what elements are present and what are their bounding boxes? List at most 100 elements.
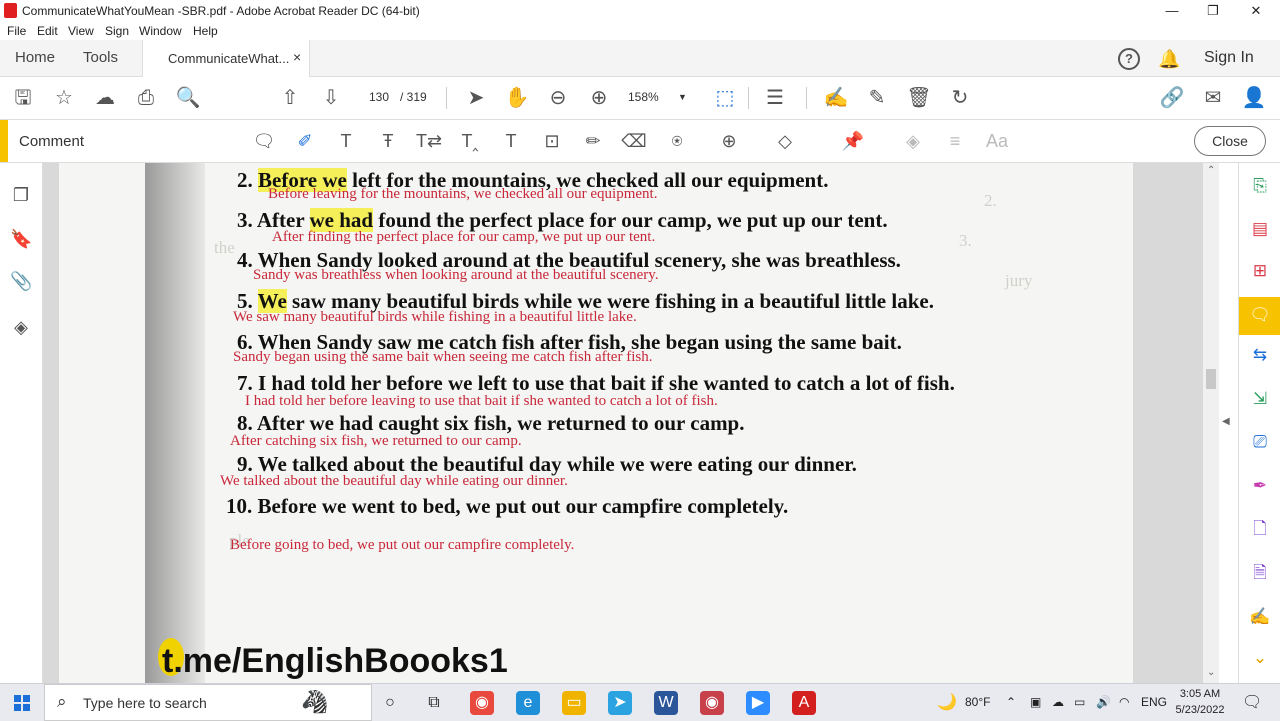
shapes-icon[interactable]: ◇ — [772, 129, 798, 153]
telegram-icon[interactable]: ➤ — [608, 691, 632, 715]
insert-text-icon[interactable]: T‸ — [457, 129, 483, 153]
page-thumbnails-icon[interactable]: ❐ — [10, 184, 32, 206]
tab-home[interactable]: Home — [15, 40, 55, 76]
replace-text-icon[interactable]: T⇄ — [416, 129, 442, 153]
scrollbar-thumb[interactable] — [1206, 369, 1216, 389]
task-view-icon[interactable]: ⧉ — [422, 691, 446, 715]
help-icon[interactable]: ? — [1118, 48, 1140, 70]
next-page-icon[interactable]: ⇩ — [318, 85, 344, 111]
chrome-profile-icon[interactable]: ◉ — [700, 691, 724, 715]
collapse-right-pane-icon[interactable]: ◀ — [1222, 416, 1230, 427]
battery-icon[interactable]: ▭ — [1074, 695, 1085, 709]
prepare-form-icon[interactable]: 🗎 — [1249, 562, 1271, 584]
close-comment-button[interactable]: Close — [1194, 126, 1266, 156]
taskbar-search-box[interactable]: ⌕ Type here to search 🦓 — [44, 684, 372, 721]
menu-window[interactable]: Window — [139, 24, 182, 38]
windows-start-icon[interactable] — [14, 695, 30, 711]
file-explorer-icon[interactable]: ▭ — [562, 691, 586, 715]
save-icon[interactable]: 🖫 — [10, 85, 36, 111]
menu-edit[interactable]: Edit — [37, 24, 58, 38]
share-link-icon[interactable]: 🔗 — [1159, 85, 1185, 111]
volume-icon[interactable]: 🔊 — [1096, 695, 1111, 709]
fill-sign-icon[interactable]: ✍ — [823, 85, 849, 111]
strikethrough-text-icon[interactable]: Ŧ — [375, 129, 401, 153]
attach-file-icon[interactable]: ⊕ — [716, 129, 742, 153]
fill-and-sign-icon[interactable]: ✒ — [1249, 475, 1271, 497]
previous-page-icon[interactable]: ⇧ — [277, 85, 303, 111]
menu-file[interactable]: File — [7, 24, 26, 38]
zoom-level-dropdown[interactable]: 158% ▼ — [628, 87, 692, 107]
more-tools-icon[interactable]: ⌄ — [1249, 647, 1271, 669]
weather-temperature[interactable]: 80°F — [965, 695, 990, 709]
show-hidden-icons-icon[interactable]: ⌃ — [1006, 695, 1016, 709]
toolbar-divider — [806, 87, 807, 109]
sign-in-link[interactable]: Sign In — [1204, 49, 1254, 67]
page-number-input[interactable]: 130 — [366, 87, 392, 107]
pencil-draw-icon[interactable]: ✏ — [580, 129, 606, 153]
highlight-text-icon[interactable]: ✐ — [292, 129, 318, 153]
page-layout-icon[interactable]: ⬚ — [712, 85, 738, 111]
close-tab-icon[interactable]: × — [293, 49, 301, 65]
weather-moon-icon[interactable]: 🌙 — [937, 692, 957, 712]
word-icon[interactable]: W — [654, 691, 678, 715]
minimize-button[interactable]: — — [1152, 0, 1192, 22]
export-pdf-icon[interactable]: ⎘ — [1249, 175, 1271, 197]
tab-tools[interactable]: Tools — [83, 40, 118, 76]
toolbar-divider — [748, 87, 749, 109]
zoom-in-icon[interactable]: ⊕ — [586, 85, 612, 111]
scroll-mode-icon[interactable]: ☰ — [762, 85, 788, 111]
scroll-up-arrow-icon[interactable]: ⌃ — [1207, 165, 1215, 176]
close-window-button[interactable]: ✕ — [1236, 0, 1276, 22]
email-icon[interactable]: ✉ — [1200, 85, 1226, 111]
hand-tool-icon[interactable]: ✋ — [504, 85, 530, 111]
scroll-down-arrow-icon[interactable]: ⌄ — [1207, 667, 1215, 678]
notification-bell-icon[interactable]: 🔔 — [1158, 49, 1180, 70]
menu-help[interactable]: Help — [193, 24, 218, 38]
menu-sign[interactable]: Sign — [105, 24, 129, 38]
compress-pdf-icon[interactable]: ⇲ — [1249, 388, 1271, 410]
organize-pages-icon[interactable]: ⇆ — [1249, 344, 1271, 366]
onedrive-icon[interactable]: ☁ — [1052, 695, 1064, 709]
document-view[interactable]: 2. 3. the jury ple 2. Before we left for… — [43, 163, 1203, 683]
search-icon[interactable]: 🔍 — [175, 85, 201, 111]
bookmark-star-icon[interactable]: ☆ — [51, 85, 77, 111]
protect-icon[interactable]: 🗋 — [1249, 518, 1271, 540]
tab-document[interactable]: CommunicateWhat... × — [142, 40, 310, 77]
request-signature-icon[interactable]: ✍ — [1249, 606, 1271, 628]
bookmarks-icon[interactable]: 🔖 — [10, 228, 32, 250]
notifications-icon[interactable]: 🗨 — [1242, 692, 1262, 712]
edit-pdf-icon[interactable]: ✎ — [864, 85, 890, 111]
taskbar-clock[interactable]: 3:05 AM 5/23/2022 — [1172, 686, 1228, 718]
print-icon[interactable]: ⎙ — [133, 85, 159, 111]
maximize-button[interactable]: ❐ — [1193, 0, 1233, 22]
attachments-icon[interactable]: 📎 — [10, 270, 32, 292]
language-indicator[interactable]: ENG — [1141, 695, 1167, 709]
underline-text-icon[interactable]: T — [333, 129, 359, 153]
sticky-note-icon[interactable]: 🗨 — [251, 129, 277, 153]
select-cursor-icon[interactable]: ➤ — [463, 85, 489, 111]
create-pdf-icon[interactable]: ▤ — [1249, 218, 1271, 240]
text-box-icon[interactable]: ⊡ — [539, 129, 565, 153]
menu-view[interactable]: View — [68, 24, 94, 38]
share-people-icon[interactable]: 👤 — [1241, 85, 1267, 111]
network-icon[interactable]: ◠ — [1119, 695, 1129, 709]
cortana-icon[interactable]: ○ — [378, 691, 402, 715]
acrobat-taskbar-icon[interactable]: A — [792, 691, 816, 715]
add-text-icon[interactable]: T — [498, 129, 524, 153]
upload-cloud-icon[interactable]: ☁ — [92, 85, 118, 111]
rotate-icon[interactable]: ↻ — [947, 85, 973, 111]
zoom-out-icon[interactable]: ⊖ — [545, 85, 571, 111]
edge-icon[interactable]: e — [516, 691, 540, 715]
zoom-app-icon[interactable]: ▶ — [746, 691, 770, 715]
pin-icon[interactable]: 📌 — [840, 129, 866, 153]
chrome-icon[interactable]: ◉ — [470, 691, 494, 715]
vertical-scrollbar[interactable]: ⌃ ⌄ — [1203, 163, 1219, 683]
combine-files-icon[interactable]: ⊞ — [1249, 260, 1271, 282]
layers-icon[interactable]: ◈ — [10, 316, 32, 338]
meet-now-icon[interactable]: ▣ — [1030, 695, 1041, 709]
stamp-icon[interactable]: ⍟ — [664, 129, 690, 153]
eraser-icon[interactable]: ⌫ — [621, 129, 647, 153]
scan-ocr-icon[interactable]: ⎚ — [1249, 431, 1271, 453]
comment-tool-icon[interactable]: 🗨 — [1249, 304, 1271, 326]
delete-icon[interactable]: 🗑 — [906, 85, 932, 111]
